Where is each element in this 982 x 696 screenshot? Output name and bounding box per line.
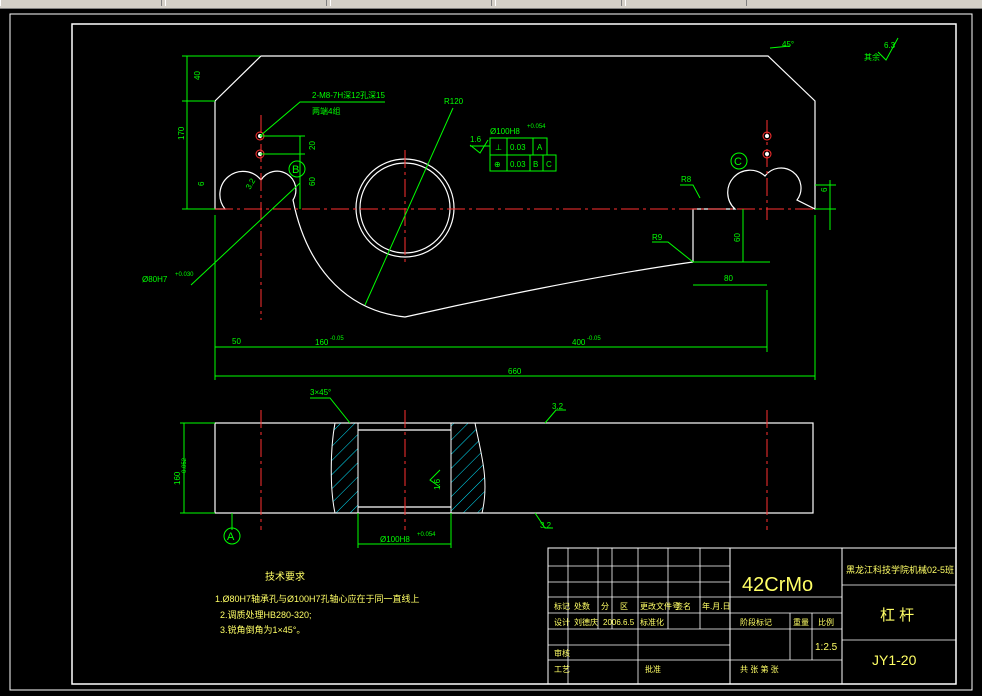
dim-60b: 60	[733, 233, 742, 242]
drawing-no: JY1-20	[872, 652, 917, 668]
rev-header: 标记	[554, 601, 570, 611]
outer-border	[9, 13, 973, 691]
rough-16: 1.6	[470, 135, 482, 144]
dim-50: 50	[232, 337, 241, 346]
gdt-pos-ref2: C	[546, 160, 552, 169]
designer: 刘德庆	[574, 617, 598, 627]
bore-center-tol: +0.054	[527, 124, 546, 130]
section-hatch-right	[450, 422, 486, 514]
approve-label: 批准	[645, 664, 661, 674]
dim-170: 170	[177, 126, 186, 140]
r9-label: R9	[652, 233, 663, 242]
section-hatch-left	[330, 422, 359, 514]
inner-border	[71, 23, 957, 685]
dim-400-tol: -0.05	[587, 336, 601, 342]
r8-label: R8	[681, 175, 692, 184]
bore-left-tol: +0.030	[175, 272, 194, 278]
toolbar-segment[interactable]	[495, 0, 622, 6]
scale-value: 1:2.5	[815, 642, 838, 653]
bore-bottom-tol: +0.054	[417, 532, 436, 538]
material: 42CrMo	[742, 574, 813, 596]
bore-left-label: Ø80H7	[142, 275, 168, 284]
design-label: 设计	[554, 617, 570, 627]
datum-c: C	[734, 156, 742, 168]
scale-label: 比例	[818, 617, 834, 627]
side-outline	[214, 422, 814, 514]
dim-thick: 160	[173, 471, 182, 485]
dim-400: 400	[572, 338, 586, 347]
gdt-pos: 0.03	[510, 160, 526, 169]
design-date: 2006.6.5	[603, 618, 635, 627]
cad-drawing-canvas[interactable]: 40 170 6 20 60 2-M8-7H深12孔深15 两端4组 R120 …	[0, 9, 982, 696]
note-item: 1.Ø80H7轴承孔与Ø100H7孔轴心应在于同一直线上	[215, 593, 420, 604]
dim-40: 40	[193, 71, 202, 80]
title-block: 标记 处数 分 区 更改文件号 签名 年.月.日 设计 刘德庆 2006.6.5…	[547, 547, 957, 685]
side-view: 160 -0.052 A 3×45° 3.2 1.6 3.2 Ø100H8 +0…	[173, 388, 814, 548]
bore-bottom: Ø100H8	[380, 535, 410, 544]
std-label: 标准化	[640, 617, 664, 627]
radius-leader	[364, 107, 454, 306]
gdt-perp-ref: A	[537, 143, 543, 152]
part-name: 杠 杆	[880, 607, 914, 624]
thread-hole-core	[765, 134, 769, 138]
dim-6a: 6	[197, 181, 206, 186]
process-label: 工艺	[554, 665, 570, 674]
chamfer-top: 45°	[782, 40, 794, 49]
datum-b: B	[292, 164, 299, 176]
bore-center-label: Ø100H8	[490, 127, 520, 136]
rough-16-side: 1.6	[433, 478, 442, 490]
gdt-frame: Ø100H8 +0.054 1.6 ⊥ 0.03 A ⊕ 0.03 B C	[469, 124, 557, 172]
stage-label: 阶段标记	[740, 617, 772, 627]
rev-header: 年.月.日	[702, 601, 730, 611]
hole-note: 2-M8-7H深12孔深15	[312, 91, 385, 100]
dim-80: 80	[724, 274, 733, 283]
rough-32-bottom: 3.2	[540, 521, 552, 530]
notes-title: 技术要求	[265, 570, 305, 583]
toolbar-segment[interactable]	[625, 0, 747, 6]
note-item: 3.锐角倒角为1×45°。	[220, 624, 305, 635]
rev-header: 分	[601, 602, 609, 611]
gdt-pos-ref1: B	[533, 160, 538, 169]
gdt-perp: 0.03	[510, 143, 526, 152]
toolbar-segment[interactable]	[0, 0, 162, 6]
roughness-all-value: 6.3	[884, 41, 896, 50]
svg-text:⊥: ⊥	[495, 143, 502, 152]
hole-note2: 两端4组	[312, 106, 340, 116]
rev-header: 区	[620, 602, 628, 611]
dim-20: 20	[308, 141, 317, 150]
toolbar-segment[interactable]	[330, 0, 492, 6]
toolbar-segment[interactable]	[165, 0, 327, 6]
roughness-32: 3.2	[244, 176, 258, 191]
technical-notes: 技术要求 1.Ø80H7轴承孔与Ø100H7孔轴心应在于同一直线上 2.调质处理…	[215, 570, 420, 635]
review-label: 审核	[554, 648, 570, 658]
chamfer-bore: 3×45°	[310, 388, 331, 397]
svg-text:⊕: ⊕	[494, 160, 501, 169]
dim-660: 660	[508, 367, 522, 376]
thread-hole-core	[765, 152, 769, 156]
roughness-all: 其余	[864, 52, 880, 62]
dim-160-tol: -0.05	[330, 336, 344, 342]
window-toolbar-strip	[0, 0, 982, 9]
rev-header: 签名	[675, 601, 691, 611]
school: 黑龙江科技学院机械02-5班	[846, 564, 954, 575]
note-item: 2.调质处理HB280-320;	[220, 609, 312, 620]
datum-a: A	[227, 531, 235, 543]
rough-32-side: 3.2	[552, 402, 564, 411]
radius-main: R120	[444, 97, 464, 106]
sheets-label: 共 张 第 张	[740, 664, 779, 674]
weight-label: 重量	[793, 617, 809, 627]
rev-header: 处数	[574, 601, 590, 611]
dim-160: 160	[315, 338, 329, 347]
dim-6b: 6	[820, 187, 829, 192]
dim-thick-tol: -0.052	[182, 457, 188, 475]
dim-60a: 60	[308, 177, 317, 186]
rev-header: 更改文件号	[640, 601, 680, 611]
